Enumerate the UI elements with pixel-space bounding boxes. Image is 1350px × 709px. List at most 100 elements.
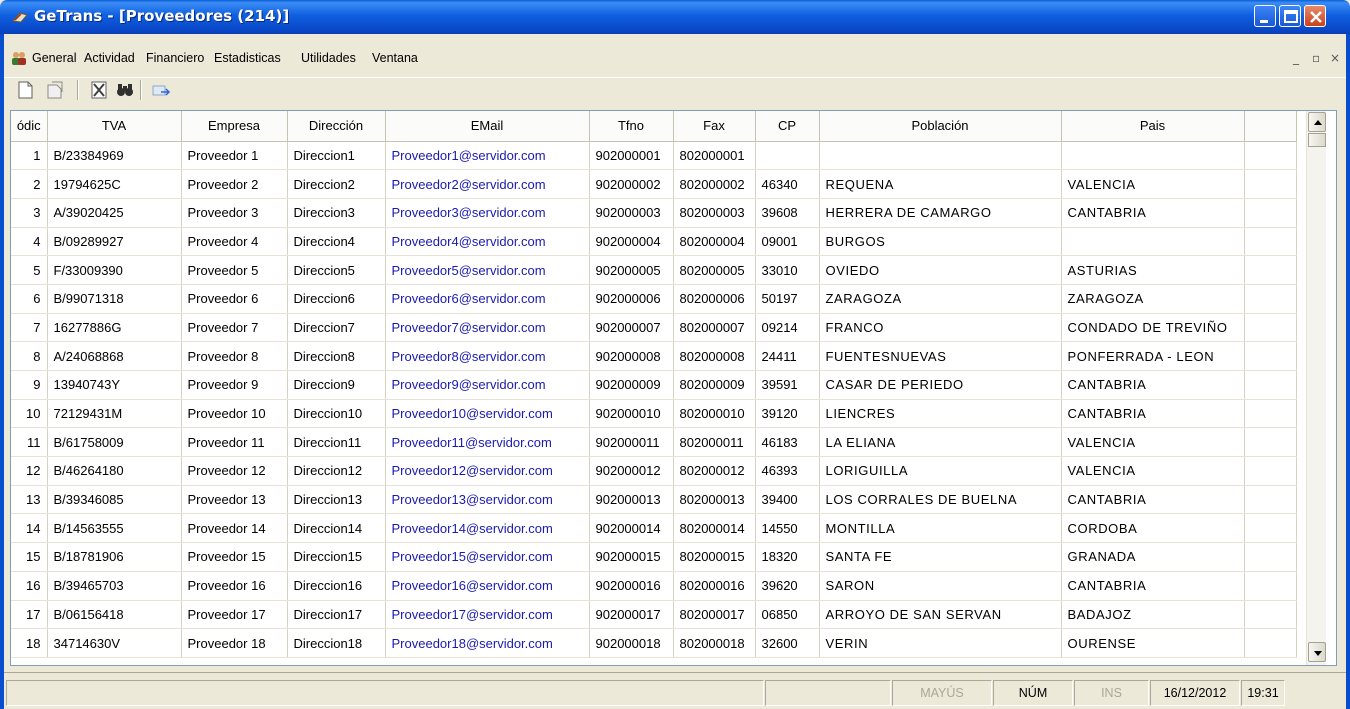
codigo-cell[interactable]: 18 <box>11 628 48 658</box>
pais-cell[interactable]: CANTABRIA <box>1061 571 1245 601</box>
tfno-cell[interactable]: 902000006 <box>589 284 674 314</box>
direccion-cell[interactable]: Direccion2 <box>287 169 386 199</box>
suppliers-grid[interactable]: ódic TVA Empresa Dirección EMail Tfno Fax CP Pob… <box>10 110 1337 666</box>
direccion-cell[interactable]: Direccion18 <box>287 628 386 658</box>
empresa-cell[interactable]: Proveedor 7 <box>181 313 288 343</box>
empresa-cell[interactable]: Proveedor 1 <box>181 141 288 171</box>
fax-cell[interactable]: 802000016 <box>673 571 756 601</box>
cp-cell[interactable]: 46393 <box>755 456 820 486</box>
mdi-restore-button[interactable]: ▫ <box>1312 51 1320 65</box>
cp-cell[interactable]: 50197 <box>755 284 820 314</box>
tfno-cell[interactable]: 902000012 <box>589 456 674 486</box>
empresa-cell[interactable]: Proveedor 12 <box>181 456 288 486</box>
poblacion-cell[interactable]: HERRERA DE CAMARGO <box>819 198 1062 228</box>
cp-cell[interactable]: 09214 <box>755 313 820 343</box>
fax-cell[interactable]: 802000006 <box>673 284 756 314</box>
fax-cell[interactable]: 802000004 <box>673 227 756 257</box>
direccion-cell[interactable]: Direccion12 <box>287 456 386 486</box>
scroll-thumb[interactable] <box>1308 133 1326 147</box>
codigo-cell[interactable]: 7 <box>11 313 48 343</box>
pais-cell[interactable]: CONDADO DE TREVIÑO <box>1061 313 1245 343</box>
table-row[interactable]: 17 B/06156418 Proveedor 17 Direccion17 Prove… <box>11 600 1297 630</box>
cp-cell[interactable] <box>755 141 820 171</box>
email-cell[interactable]: Proveedor5@servidor.com <box>385 255 590 285</box>
pais-cell[interactable]: VALENCIA <box>1061 169 1245 199</box>
direccion-cell[interactable]: Direccion13 <box>287 485 386 515</box>
tva-cell[interactable]: B/06156418 <box>47 600 182 630</box>
poblacion-cell[interactable]: MONTILLA <box>819 513 1062 544</box>
delete-icon[interactable] <box>88 80 110 100</box>
poblacion-cell[interactable]: ARROYO DE SAN SERVAN <box>819 600 1062 630</box>
empresa-cell[interactable]: Proveedor 4 <box>181 227 288 257</box>
email-cell[interactable]: Proveedor12@servidor.com <box>385 456 590 486</box>
tva-cell[interactable]: B/09289927 <box>47 227 182 257</box>
header-col-codigo[interactable]: ódic <box>11 111 48 142</box>
table-row[interactable]: 1 B/23384969 Proveedor 1 Direccion1 Proveedo… <box>11 141 1297 171</box>
users-icon[interactable] <box>10 50 28 66</box>
menu-utilidades[interactable]: Utilidades <box>301 51 356 65</box>
tfno-cell[interactable]: 902000017 <box>589 600 674 630</box>
tfno-cell[interactable]: 902000007 <box>589 313 674 343</box>
fax-cell[interactable]: 802000012 <box>673 456 756 486</box>
cp-cell[interactable]: 06850 <box>755 600 820 630</box>
empresa-cell[interactable]: Proveedor 9 <box>181 370 288 400</box>
tfno-cell[interactable]: 902000001 <box>589 141 674 171</box>
export-icon[interactable] <box>150 80 172 100</box>
codigo-cell[interactable]: 12 <box>11 456 48 486</box>
tfno-cell[interactable]: 902000004 <box>589 227 674 257</box>
new-document-icon[interactable] <box>14 80 36 100</box>
tva-cell[interactable]: B/39465703 <box>47 571 182 601</box>
table-row[interactable]: 11 B/61758009 Proveedor 11 Direccion11 Prove… <box>11 427 1297 458</box>
codigo-cell[interactable]: 2 <box>11 169 48 199</box>
codigo-cell[interactable]: 16 <box>11 571 48 601</box>
cp-cell[interactable]: 39591 <box>755 370 820 400</box>
pais-cell[interactable]: ZARAGOZA <box>1061 284 1245 314</box>
direccion-cell[interactable]: Direccion15 <box>287 542 386 572</box>
cp-cell[interactable]: 39120 <box>755 399 820 429</box>
poblacion-cell[interactable]: CASAR DE PERIEDO <box>819 370 1062 400</box>
codigo-cell[interactable]: 6 <box>11 284 48 314</box>
pais-cell[interactable]: CANTABRIA <box>1061 485 1245 515</box>
direccion-cell[interactable]: Direccion5 <box>287 255 386 285</box>
header-col-cp[interactable]: CP <box>755 111 820 142</box>
poblacion-cell[interactable]: FUENTESNUEVAS <box>819 341 1062 371</box>
tva-cell[interactable]: F/33009390 <box>47 255 182 285</box>
table-row[interactable]: 10 72129431M Proveedor 10 Direccion10 Provee… <box>11 399 1297 429</box>
pais-cell[interactable] <box>1061 227 1245 257</box>
table-row[interactable]: 6 B/99071318 Proveedor 6 Direccion6 Proveedo… <box>11 284 1297 314</box>
email-cell[interactable]: Proveedor3@servidor.com <box>385 198 590 228</box>
pais-cell[interactable]: ASTURIAS <box>1061 255 1245 285</box>
table-row[interactable]: 16 B/39465703 Proveedor 16 Direccion16 Prove… <box>11 571 1297 601</box>
empresa-cell[interactable]: Proveedor 17 <box>181 600 288 630</box>
cp-cell[interactable]: 46340 <box>755 169 820 199</box>
table-row[interactable]: 18 34714630V Proveedor 18 Direccion18 Provee… <box>11 628 1297 658</box>
codigo-cell[interactable]: 1 <box>11 141 48 171</box>
fax-cell[interactable]: 802000009 <box>673 370 756 400</box>
empresa-cell[interactable]: Proveedor 14 <box>181 513 288 544</box>
minimize-button[interactable] <box>1254 5 1276 27</box>
poblacion-cell[interactable]: LIENCRES <box>819 399 1062 429</box>
pais-cell[interactable]: GRANADA <box>1061 542 1245 572</box>
vertical-scrollbar[interactable] <box>1306 111 1326 665</box>
table-row[interactable]: 15 B/18781906 Proveedor 15 Direccion15 Prove… <box>11 542 1297 572</box>
poblacion-cell[interactable]: REQUENA <box>819 169 1062 199</box>
menu-actividad[interactable]: Actividad <box>84 51 135 65</box>
tfno-cell[interactable]: 902000014 <box>589 513 674 544</box>
poblacion-cell[interactable]: VERIN <box>819 628 1062 658</box>
table-row[interactable]: 13 B/39346085 Proveedor 13 Direccion13 Prove… <box>11 485 1297 515</box>
codigo-cell[interactable]: 15 <box>11 542 48 572</box>
pais-cell[interactable]: PONFERRADA - LEON <box>1061 341 1245 371</box>
codigo-cell[interactable]: 4 <box>11 227 48 257</box>
tva-cell[interactable]: B/18781906 <box>47 542 182 572</box>
email-cell[interactable]: Proveedor1@servidor.com <box>385 141 590 171</box>
fax-cell[interactable]: 802000014 <box>673 513 756 544</box>
pais-cell[interactable]: VALENCIA <box>1061 456 1245 486</box>
header-col-fax[interactable]: Fax <box>673 111 756 142</box>
codigo-cell[interactable]: 11 <box>11 427 48 458</box>
direccion-cell[interactable]: Direccion8 <box>287 341 386 371</box>
direccion-cell[interactable]: Direccion9 <box>287 370 386 400</box>
tva-cell[interactable]: B/23384969 <box>47 141 182 171</box>
email-cell[interactable]: Proveedor10@servidor.com <box>385 399 590 429</box>
menu-ventana[interactable]: Ventana <box>372 51 418 65</box>
tfno-cell[interactable]: 902000010 <box>589 399 674 429</box>
